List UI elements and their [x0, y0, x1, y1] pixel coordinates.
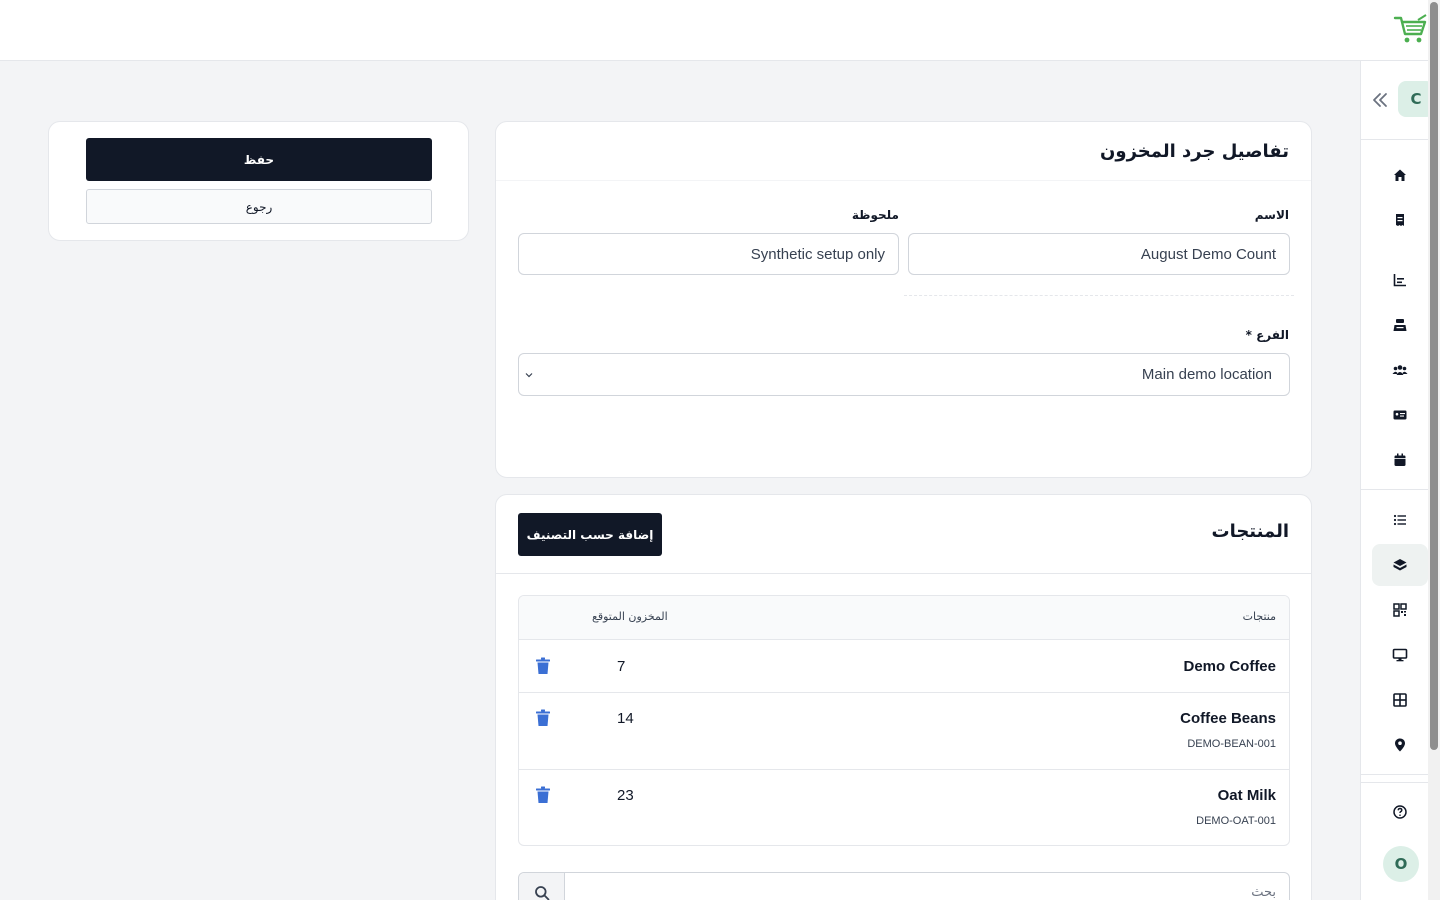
trash-icon[interactable] [535, 786, 551, 804]
products-table: منتجات المخزون المتوقع Demo Coffee 7 Cof… [518, 595, 1290, 846]
monitor-icon [1392, 648, 1408, 662]
top-bar [0, 0, 1440, 61]
users-icon [1392, 365, 1408, 375]
calendar-icon [1394, 453, 1406, 466]
expected-stock-value: 23 [617, 787, 634, 804]
expected-stock-value: 14 [617, 710, 634, 727]
details-title: تفاصيل جرد المخزون [1100, 141, 1289, 162]
table-row: Oat Milk DEMO-OAT-001 23 [519, 770, 1289, 845]
expected-stock-value: 7 [617, 658, 626, 675]
list-icon [1393, 514, 1406, 526]
sidebar-item-display[interactable] [1372, 634, 1428, 676]
home-icon [1394, 169, 1406, 181]
save-button[interactable]: حفظ [86, 138, 432, 181]
product-sku: DEMO-OAT-001 [1196, 815, 1276, 827]
double-chevron-left-icon[interactable] [1369, 89, 1391, 111]
search-input[interactable] [567, 873, 1289, 900]
cash-register-icon [1393, 319, 1407, 331]
branch-label: الفرع * [1245, 328, 1289, 342]
id-card-icon [1393, 410, 1407, 420]
product-name: Demo Coffee [1183, 658, 1276, 675]
column-header-product: منتجات [1242, 610, 1276, 623]
branch-select[interactable]: Main demo location [518, 353, 1290, 396]
name-field[interactable]: August Demo Count [908, 233, 1290, 275]
sidebar-divider [1361, 782, 1429, 783]
sidebar-item-pos[interactable] [1372, 304, 1428, 346]
name-label: الاسم [1254, 208, 1289, 222]
back-button[interactable]: رجوع [86, 189, 432, 224]
sidebar-item-invoices[interactable] [1372, 199, 1428, 241]
chevron-down-icon [525, 373, 533, 378]
product-sku: DEMO-BEAN-001 [1187, 738, 1276, 750]
shopping-cart-icon[interactable] [1392, 14, 1428, 46]
trash-icon[interactable] [535, 657, 551, 675]
table-grid-icon [1393, 693, 1407, 707]
search-button[interactable] [519, 873, 565, 900]
sidebar-item-locations[interactable] [1372, 724, 1428, 766]
sidebar-item-tables[interactable] [1372, 679, 1428, 721]
divider [496, 180, 1311, 181]
receipt-icon [1396, 214, 1404, 226]
actions-card: حفظ رجوع [48, 121, 469, 241]
divider [904, 295, 1294, 296]
sidebar-item-inventory[interactable] [1372, 544, 1428, 586]
chart-icon [1393, 274, 1406, 287]
products-card: المنتجات إضافة حسب التصنيف منتجات المخزو… [495, 494, 1312, 900]
add-by-category-button[interactable]: إضافة حسب التصنيف [518, 513, 662, 556]
table-row: Coffee Beans DEMO-BEAN-001 14 [519, 693, 1289, 770]
inventory-box-icon [1393, 559, 1407, 571]
sidebar-item-products[interactable] [1372, 499, 1428, 541]
sidebar-item-qr[interactable] [1372, 589, 1428, 631]
table-row: Demo Coffee 7 [519, 641, 1289, 693]
qrcode-icon [1393, 603, 1407, 617]
help-circle-icon [1393, 805, 1407, 819]
sidebar: C O [1360, 61, 1434, 900]
sidebar-divider [1361, 139, 1429, 140]
branch-selected-value: Main demo location [1141, 366, 1272, 383]
note-label: ملحوظة [851, 208, 899, 222]
column-header-expected-stock: المخزون المتوقع [592, 610, 668, 623]
sidebar-item-home[interactable] [1372, 154, 1428, 196]
location-pin-icon [1395, 738, 1405, 752]
sidebar-item-customers[interactable] [1372, 349, 1428, 391]
sidebar-item-help[interactable] [1372, 791, 1428, 833]
sidebar-item-reports[interactable] [1372, 259, 1428, 301]
search-icon [534, 886, 549, 900]
divider [496, 573, 1311, 574]
products-title: المنتجات [1211, 521, 1289, 542]
table-header: منتجات المخزون المتوقع [519, 596, 1289, 640]
count-details-card: تفاصيل جرد المخزون الاسم August Demo Cou… [495, 121, 1312, 478]
note-field[interactable]: Synthetic setup only [518, 233, 899, 275]
trash-icon[interactable] [535, 709, 551, 727]
product-name: Coffee Beans [1180, 710, 1276, 727]
product-name: Oat Milk [1217, 787, 1276, 804]
sidebar-divider [1361, 774, 1429, 775]
user-avatar[interactable]: O [1383, 846, 1419, 882]
sidebar-item-employees[interactable] [1372, 394, 1428, 436]
product-search [518, 872, 1290, 900]
scrollbar[interactable] [1428, 0, 1440, 900]
scrollbar-thumb[interactable] [1430, 2, 1438, 750]
sidebar-divider [1361, 489, 1429, 490]
sidebar-item-calendar[interactable] [1372, 439, 1428, 481]
